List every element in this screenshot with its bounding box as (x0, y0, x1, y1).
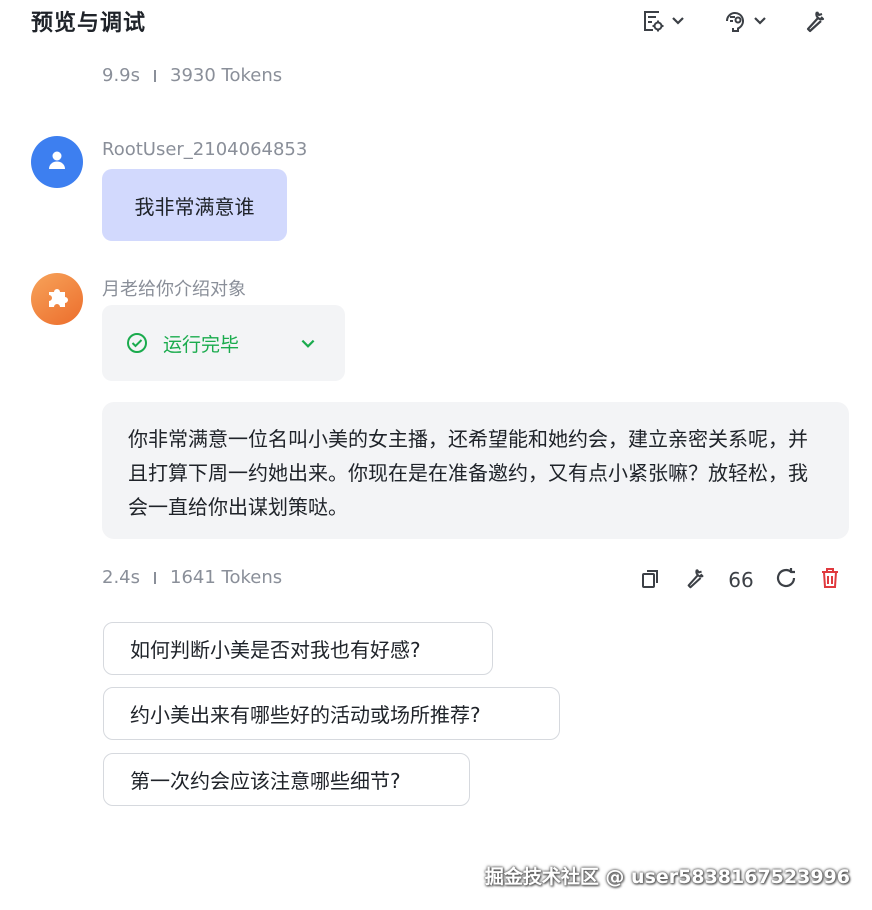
refresh-icon (774, 566, 798, 594)
regenerate-button[interactable] (773, 567, 799, 593)
debug-assist-dropdown[interactable] (722, 8, 768, 34)
chevron-down-icon[interactable] (299, 335, 317, 357)
delete-button[interactable] (818, 567, 842, 593)
check-circle-icon (126, 332, 148, 358)
chevron-down-icon (670, 13, 686, 29)
tool-call-button[interactable] (683, 567, 709, 593)
document-settings-icon (640, 8, 666, 34)
response-time: 2.4s (102, 567, 141, 588)
divider (154, 69, 157, 82)
delete-icon (819, 566, 841, 594)
bot-reply-text: 你非常满意一位名叫小美的女主播，还希望能和她约会，建立亲密关系呢，并且打算下周一… (128, 427, 808, 519)
run-status-text: 运行完毕 (163, 334, 240, 356)
quote-icon: 66 (728, 568, 754, 592)
suggested-question-2[interactable]: 约小美出来有哪些好的活动或场所推荐? (103, 687, 560, 740)
copy-icon (639, 567, 661, 593)
document-settings-dropdown[interactable] (640, 8, 686, 34)
bot-name: 月老给你介绍对象 (102, 279, 246, 300)
chevron-down-icon (752, 13, 768, 29)
user-message-bubble: 我非常满意谁 (102, 169, 287, 241)
copy-button[interactable] (638, 568, 662, 592)
bot-message-meta: 2.4s 1641 Tokens (102, 567, 282, 588)
tools-button[interactable] (803, 8, 829, 34)
suggested-question-text: 如何判断小美是否对我也有好感? (130, 638, 421, 662)
quote-button[interactable]: 66 (726, 566, 756, 594)
run-status-card[interactable]: 运行完毕 (102, 305, 345, 381)
wrench-icon (803, 8, 829, 34)
wrench-icon (684, 566, 708, 594)
response-time: 9.9s (102, 65, 141, 86)
watermark: 掘金技术社区 @ user5838167523996 (484, 866, 850, 888)
bot-avatar (31, 273, 83, 325)
debug-assist-icon (722, 8, 748, 34)
user-avatar (31, 136, 83, 188)
suggested-question-text: 约小美出来有哪些好的活动或场所推荐? (130, 703, 481, 727)
divider (154, 571, 157, 584)
bot-reply-bubble: 你非常满意一位名叫小美的女主播，还希望能和她约会，建立亲密关系呢，并且打算下周一… (102, 402, 849, 539)
previous-message-meta: 9.9s 3930 Tokens (102, 65, 282, 86)
suggested-question-3[interactable]: 第一次约会应该注意哪些细节? (103, 753, 470, 806)
user-icon (47, 150, 67, 174)
suggested-question-1[interactable]: 如何判断小美是否对我也有好感? (103, 622, 493, 675)
suggested-question-text: 第一次约会应该注意哪些细节? (130, 769, 401, 793)
puzzle-icon (43, 283, 71, 315)
token-count: 3930 Tokens (170, 65, 283, 86)
page-title: 预览与调试 (31, 11, 147, 36)
username: RootUser_2104064853 (102, 139, 308, 160)
token-count: 1641 Tokens (170, 567, 283, 588)
user-message-text: 我非常满意谁 (134, 194, 255, 219)
